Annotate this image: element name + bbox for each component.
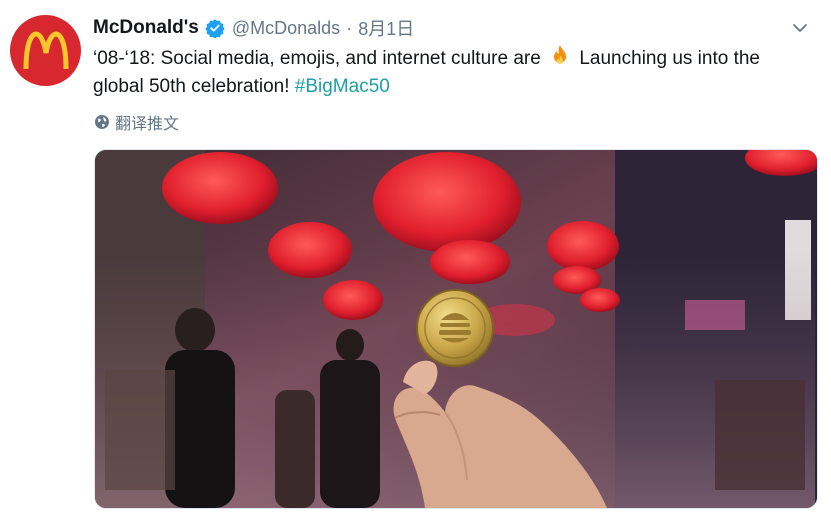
translate-label: 翻译推文 <box>115 116 180 133</box>
fire-emoji-icon <box>554 45 567 64</box>
verified-badge-icon <box>205 19 225 38</box>
photo-scene <box>95 150 817 508</box>
separator-dot: · <box>346 17 353 38</box>
handle[interactable]: @McDonalds <box>232 18 340 39</box>
mcdonalds-arches-logo <box>23 30 68 69</box>
tweet-text-part1: ‘08-‘18: Social media, emojis, and inter… <box>93 48 541 69</box>
tweet-header: McDonald's @McDonalds · 8月1日 <box>93 14 821 42</box>
translate-tweet-link[interactable]: 翻译推文 <box>94 110 179 134</box>
timestamp[interactable]: 8月1日 <box>358 15 414 41</box>
chevron-down-icon[interactable] <box>791 19 809 37</box>
tweet: McDonald's @McDonalds · 8月1日 ‘08-‘18: So… <box>0 0 831 518</box>
tweet-photo[interactable] <box>94 149 818 509</box>
tweet-text: ‘08-‘18: Social media, emojis, and inter… <box>93 44 813 101</box>
display-name[interactable]: McDonald's <box>93 17 199 39</box>
globe-icon <box>95 115 109 129</box>
hashtag-link[interactable]: #BigMac50 <box>295 76 390 97</box>
avatar[interactable] <box>10 15 81 86</box>
